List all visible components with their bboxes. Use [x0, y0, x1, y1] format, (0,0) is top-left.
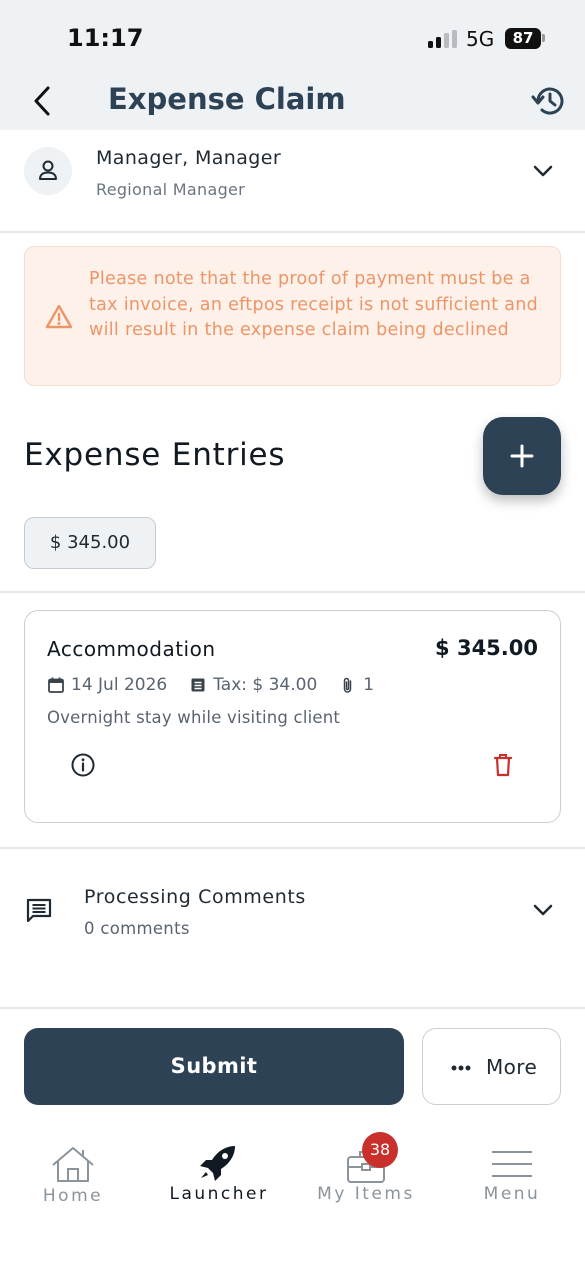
tab-my-items-label: My Items: [317, 1184, 415, 1204]
entry-attachments: 1: [363, 675, 375, 695]
history-icon: [531, 87, 564, 115]
tab-menu[interactable]: Menu: [439, 1120, 585, 1230]
tab-menu-label: Menu: [483, 1184, 541, 1204]
tab-home[interactable]: Home: [0, 1120, 146, 1230]
person-icon: [39, 160, 57, 180]
entry-amount: $ 345.00: [435, 636, 538, 660]
entry-meta: 14 Jul 2026 Tax: $ 34.00 1: [47, 674, 374, 696]
tab-home-label: Home: [42, 1186, 104, 1206]
payment-notice: Please note that the proof of payment mu…: [24, 246, 561, 386]
submit-button[interactable]: Submit: [24, 1028, 404, 1105]
receipt-icon: [191, 678, 205, 692]
comments-title: Processing Comments: [84, 886, 306, 908]
add-entry-button[interactable]: [483, 417, 561, 495]
hamburger-icon: [492, 1151, 532, 1177]
nav-bar: Expense Claim: [0, 72, 585, 130]
expense-entry-card[interactable]: Accommodation $ 345.00 14 Jul 2026 Tax: …: [24, 610, 561, 823]
status-time: 11:17: [67, 24, 144, 52]
comment-icon: [26, 898, 52, 923]
battery-icon: 87: [505, 28, 541, 49]
info-icon[interactable]: [70, 752, 96, 778]
signal-icon: [428, 30, 458, 48]
notice-text: Please note that the proof of payment mu…: [89, 269, 539, 340]
paperclip-icon: [344, 677, 352, 693]
home-icon: [52, 1147, 94, 1182]
tab-my-items[interactable]: My Items: [293, 1120, 439, 1230]
more-button[interactable]: More: [422, 1028, 561, 1105]
entry-date: 14 Jul 2026: [71, 675, 168, 695]
tab-launcher-label: Launcher: [169, 1184, 269, 1204]
more-dots-icon: [451, 1065, 471, 1071]
battery-tip: [542, 34, 545, 42]
more-label: More: [486, 1055, 538, 1079]
entry-category: Accommodation: [47, 637, 216, 661]
divider: [0, 847, 585, 849]
trash-icon[interactable]: [491, 752, 515, 778]
total-chip: $ 345.00: [24, 517, 156, 569]
entry-tax: Tax: $ 34.00: [213, 675, 318, 695]
notification-badge: 38: [362, 1132, 398, 1168]
rocket-icon: [200, 1146, 235, 1181]
plus-icon: [510, 444, 534, 468]
battery-level: 87: [512, 29, 534, 47]
comments-count: 0 comments: [84, 919, 190, 938]
section-title: Expense Entries: [24, 437, 286, 473]
divider: [0, 1007, 585, 1009]
page-title: Expense Claim: [108, 82, 346, 116]
back-button[interactable]: [28, 82, 58, 120]
avatar: [24, 147, 72, 195]
bottom-tab-bar: Home Launcher My Items Menu: [0, 1120, 585, 1266]
history-button[interactable]: [530, 82, 570, 120]
manager-role: Regional Manager: [96, 180, 246, 199]
manager-name: Manager, Manager: [96, 147, 282, 169]
entry-description: Overnight stay while visiting client: [47, 708, 341, 727]
chevron-down-icon[interactable]: [531, 159, 555, 183]
manager-selector[interactable]: Manager, Manager Regional Manager: [0, 130, 585, 233]
status-bar: 11:17 5G 87: [0, 0, 585, 72]
calendar-icon: [48, 677, 64, 693]
tab-launcher[interactable]: Launcher: [146, 1120, 292, 1230]
chevron-down-icon[interactable]: [531, 898, 555, 922]
chevron-left-icon: [34, 86, 50, 116]
divider: [0, 591, 585, 593]
warning-icon: [45, 304, 73, 329]
network-label: 5G: [466, 27, 495, 51]
